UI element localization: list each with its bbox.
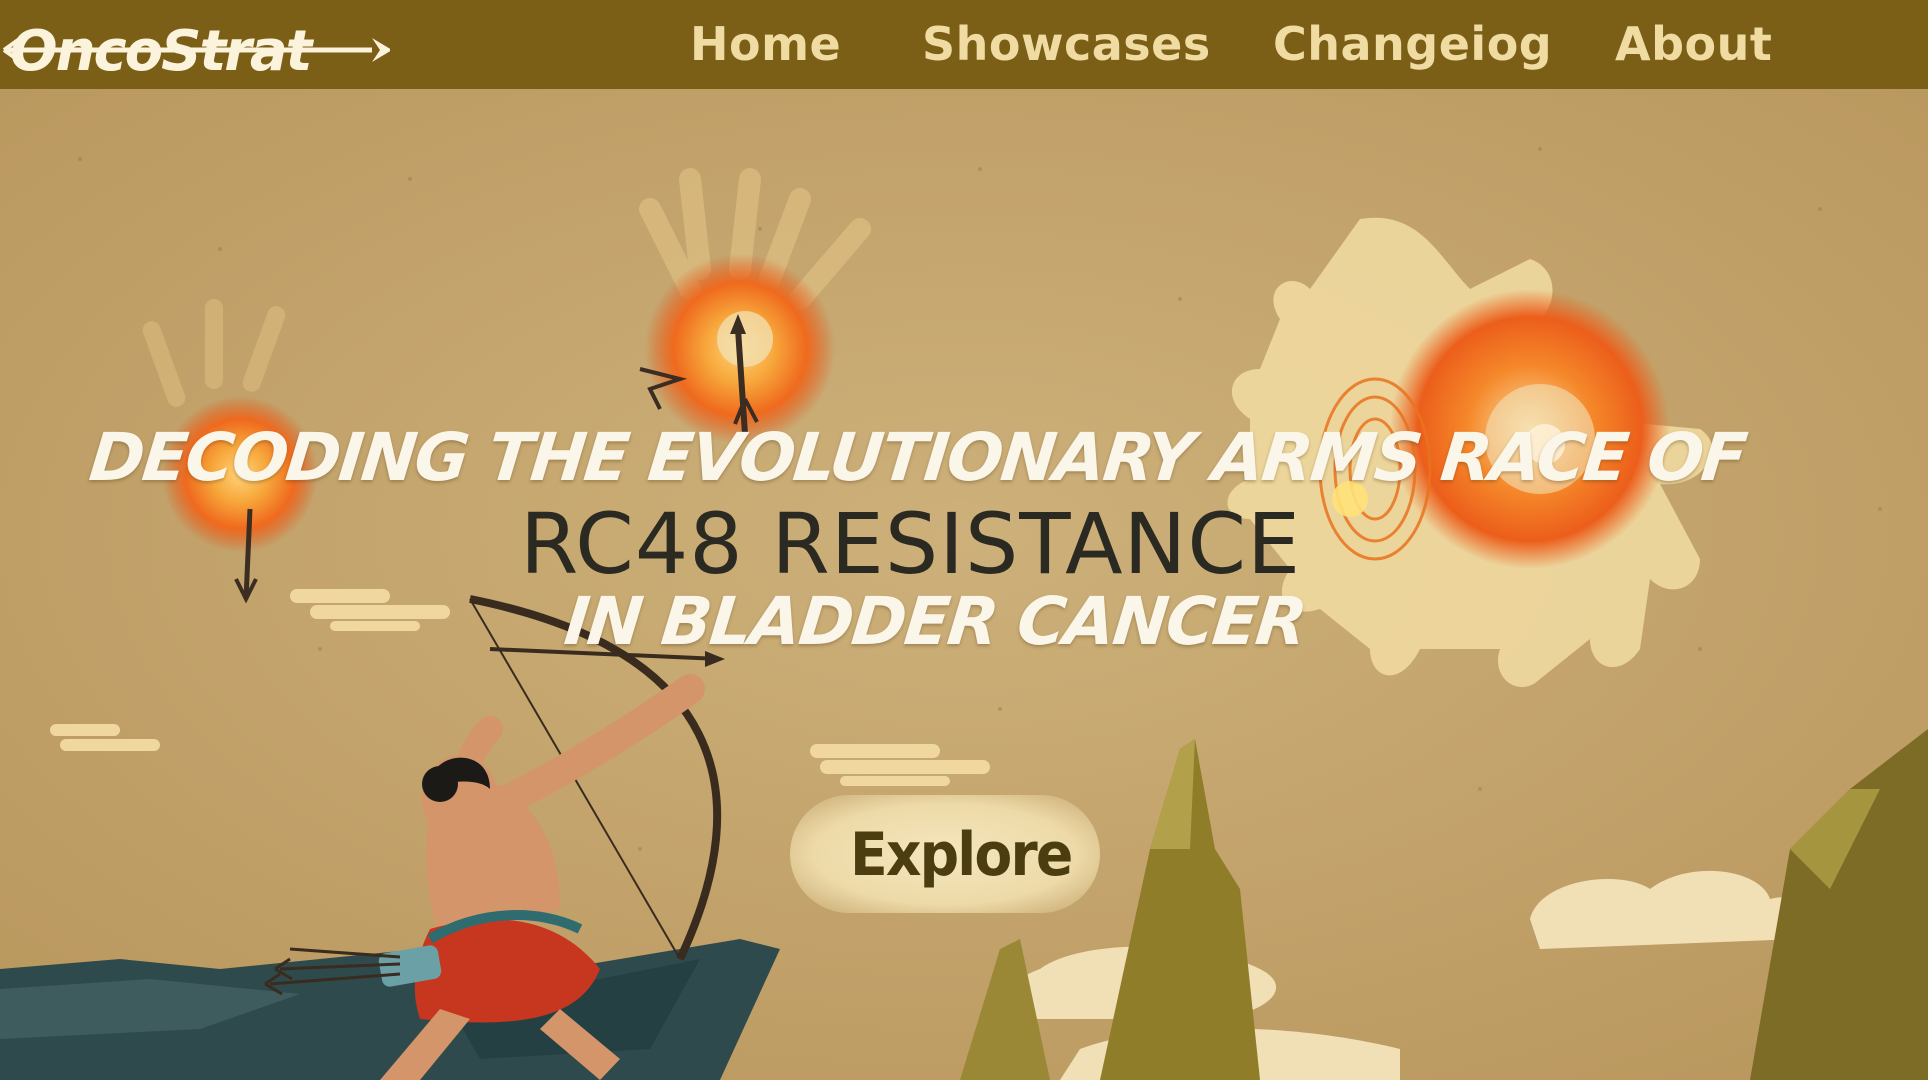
top-navbar: OncoStrat Home Showcases Changeiog About [0,0,1928,89]
hero-headline-line1: DECODING THE EVOLUTIONARY ARMS RACE OF [85,419,1749,496]
nav-about[interactable]: About [1615,14,1772,74]
svg-text:OncoStrat: OncoStrat [10,19,315,82]
nav-home[interactable]: Home [690,14,841,74]
explore-button[interactable]: Explore [790,795,1100,913]
arrow-logo-icon: OncoStrat [2,19,392,84]
nav-changelog[interactable]: Changeiog [1273,14,1552,74]
hero-headline-line3: IN BLADDER CANCER [560,583,1309,660]
oncostrat-logo[interactable]: OncoStrat [0,10,392,84]
page: OncoStrat Home Showcases Changeiog About [0,0,1928,1080]
explore-button-label: Explore [850,820,1073,890]
nav-showcases[interactable]: Showcases [922,14,1211,74]
hero-headline-line2: RC48 RESISTANCE [520,495,1302,593]
hero-section: DECODING THE EVOLUTIONARY ARMS RACE OF R… [0,89,1928,1080]
